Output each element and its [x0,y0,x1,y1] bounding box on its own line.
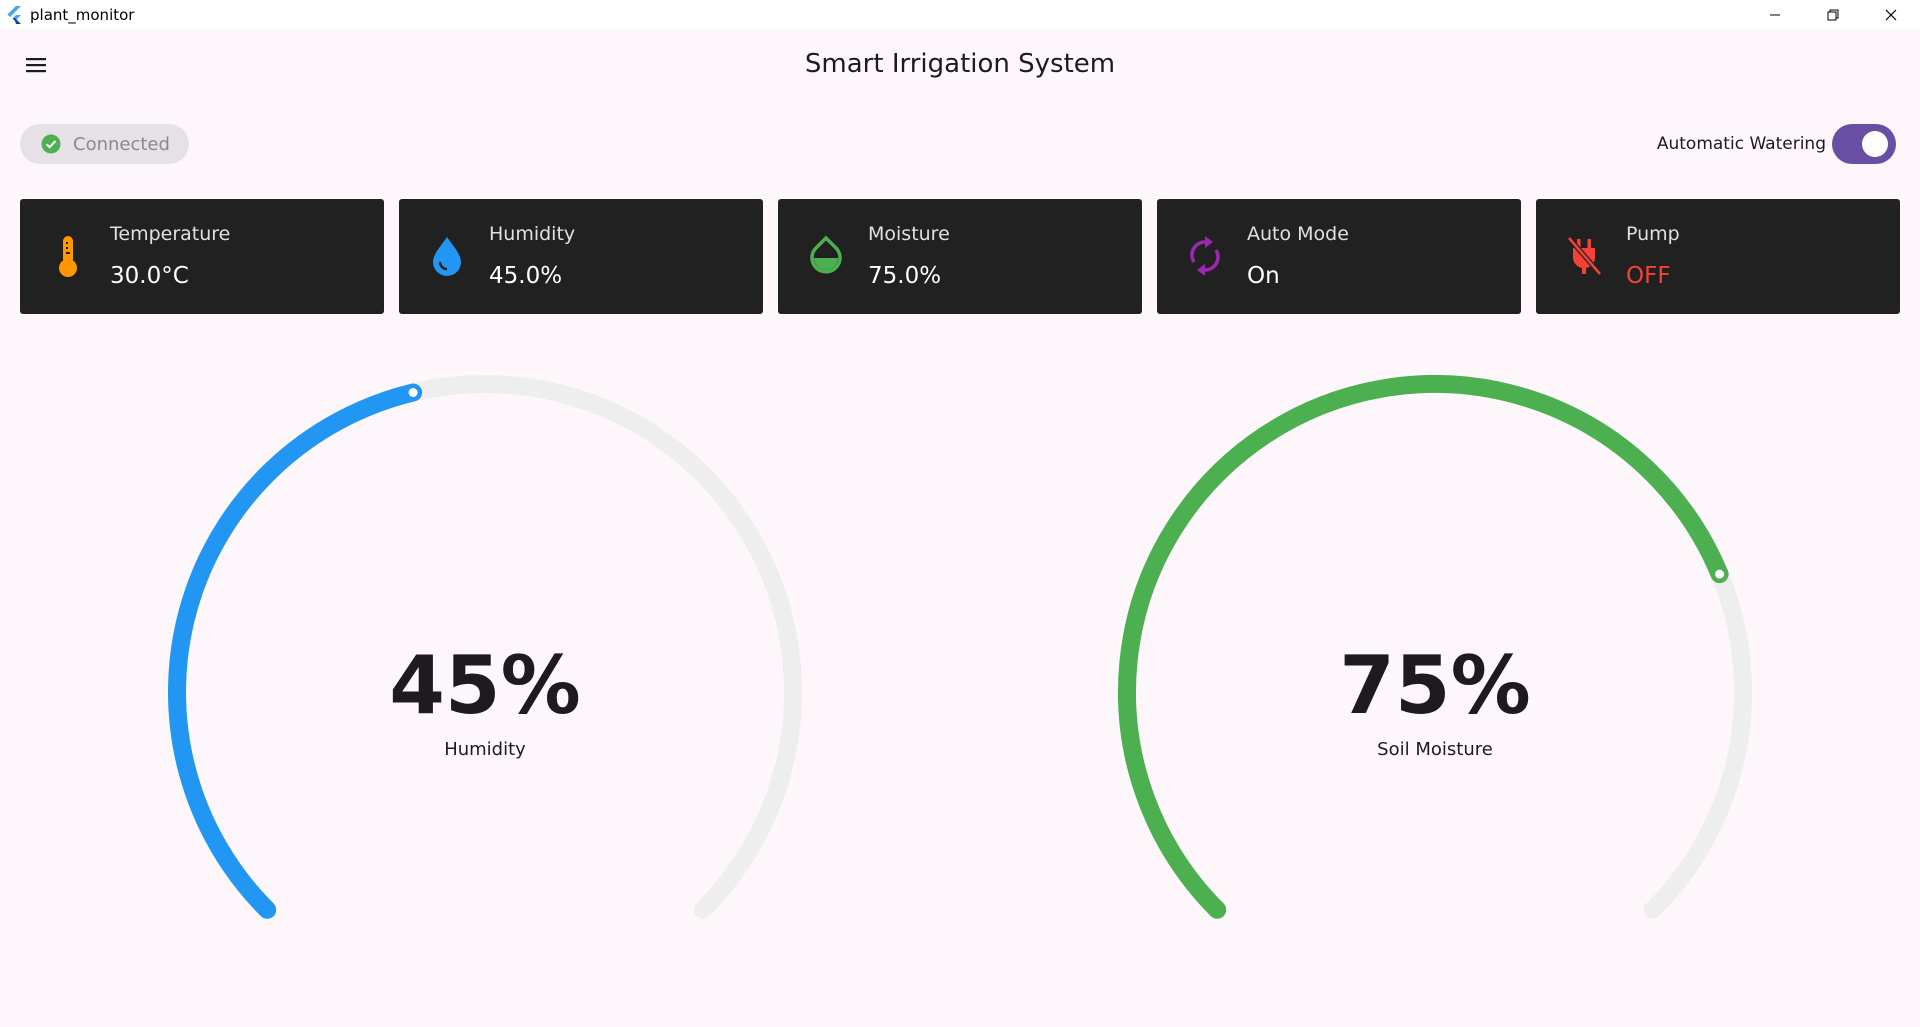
window-controls [1746,0,1920,29]
card-label: Humidity [489,223,576,245]
card-humidity: Humidity 45.0% [399,199,763,314]
window-app-name: plant_monitor [30,5,135,24]
gauge-label: Humidity [444,739,526,760]
switch-thumb [1862,131,1888,157]
card-label: Pump [1626,223,1680,245]
card-value: On [1247,263,1280,289]
gauge-value: 45% [389,639,581,732]
automatic-watering-control: Automatic Watering [1657,124,1896,164]
check-circle-icon [41,134,61,154]
thermometer-icon [46,234,90,278]
page-title: Smart Irrigation System [804,49,1116,79]
restore-icon [1827,9,1839,20]
card-temperature: Temperature 30.0°C [20,199,384,314]
minimize-button[interactable] [1746,0,1804,29]
restore-button[interactable] [1804,0,1862,29]
app-bar: Smart Irrigation System [0,29,1920,101]
connection-status-chip: Connected [20,124,189,164]
minimize-icon [1770,14,1780,15]
card-value: 45.0% [489,263,563,289]
autorenew-icon [1183,234,1227,278]
card-moisture: Moisture 75.0% [778,199,1142,314]
card-value: 30.0°C [110,263,189,289]
connection-status-label: Connected [73,133,170,155]
card-auto-mode: Auto Mode On [1157,199,1521,314]
gauge-value: 75% [1339,639,1531,732]
close-icon [1885,9,1897,20]
card-label: Moisture [868,223,950,245]
power-off-icon [1562,234,1606,278]
window-title-bar: plant_monitor [0,0,1920,29]
card-label: Auto Mode [1247,223,1349,245]
flutter-logo-icon [7,5,21,24]
automatic-watering-label: Automatic Watering [1656,134,1826,154]
soil-moisture-gauge: 75% Soil Moisture [1095,355,1775,955]
card-value: 75.0% [868,263,942,289]
close-button[interactable] [1862,0,1920,29]
card-pump: Pump OFF [1536,199,1900,314]
automatic-watering-switch[interactable] [1832,124,1896,164]
opacity-drop-icon [804,234,848,278]
gauge-marker [1715,569,1725,579]
water-drop-icon [425,234,469,278]
sensor-cards: Temperature 30.0°C Humidity 45.0% Moistu… [20,199,1900,314]
card-value: OFF [1626,263,1671,289]
card-label: Temperature [110,223,231,245]
gauge-label: Soil Moisture [1377,739,1493,760]
humidity-gauge: 45% Humidity [145,355,825,955]
gauge-marker [408,388,418,398]
